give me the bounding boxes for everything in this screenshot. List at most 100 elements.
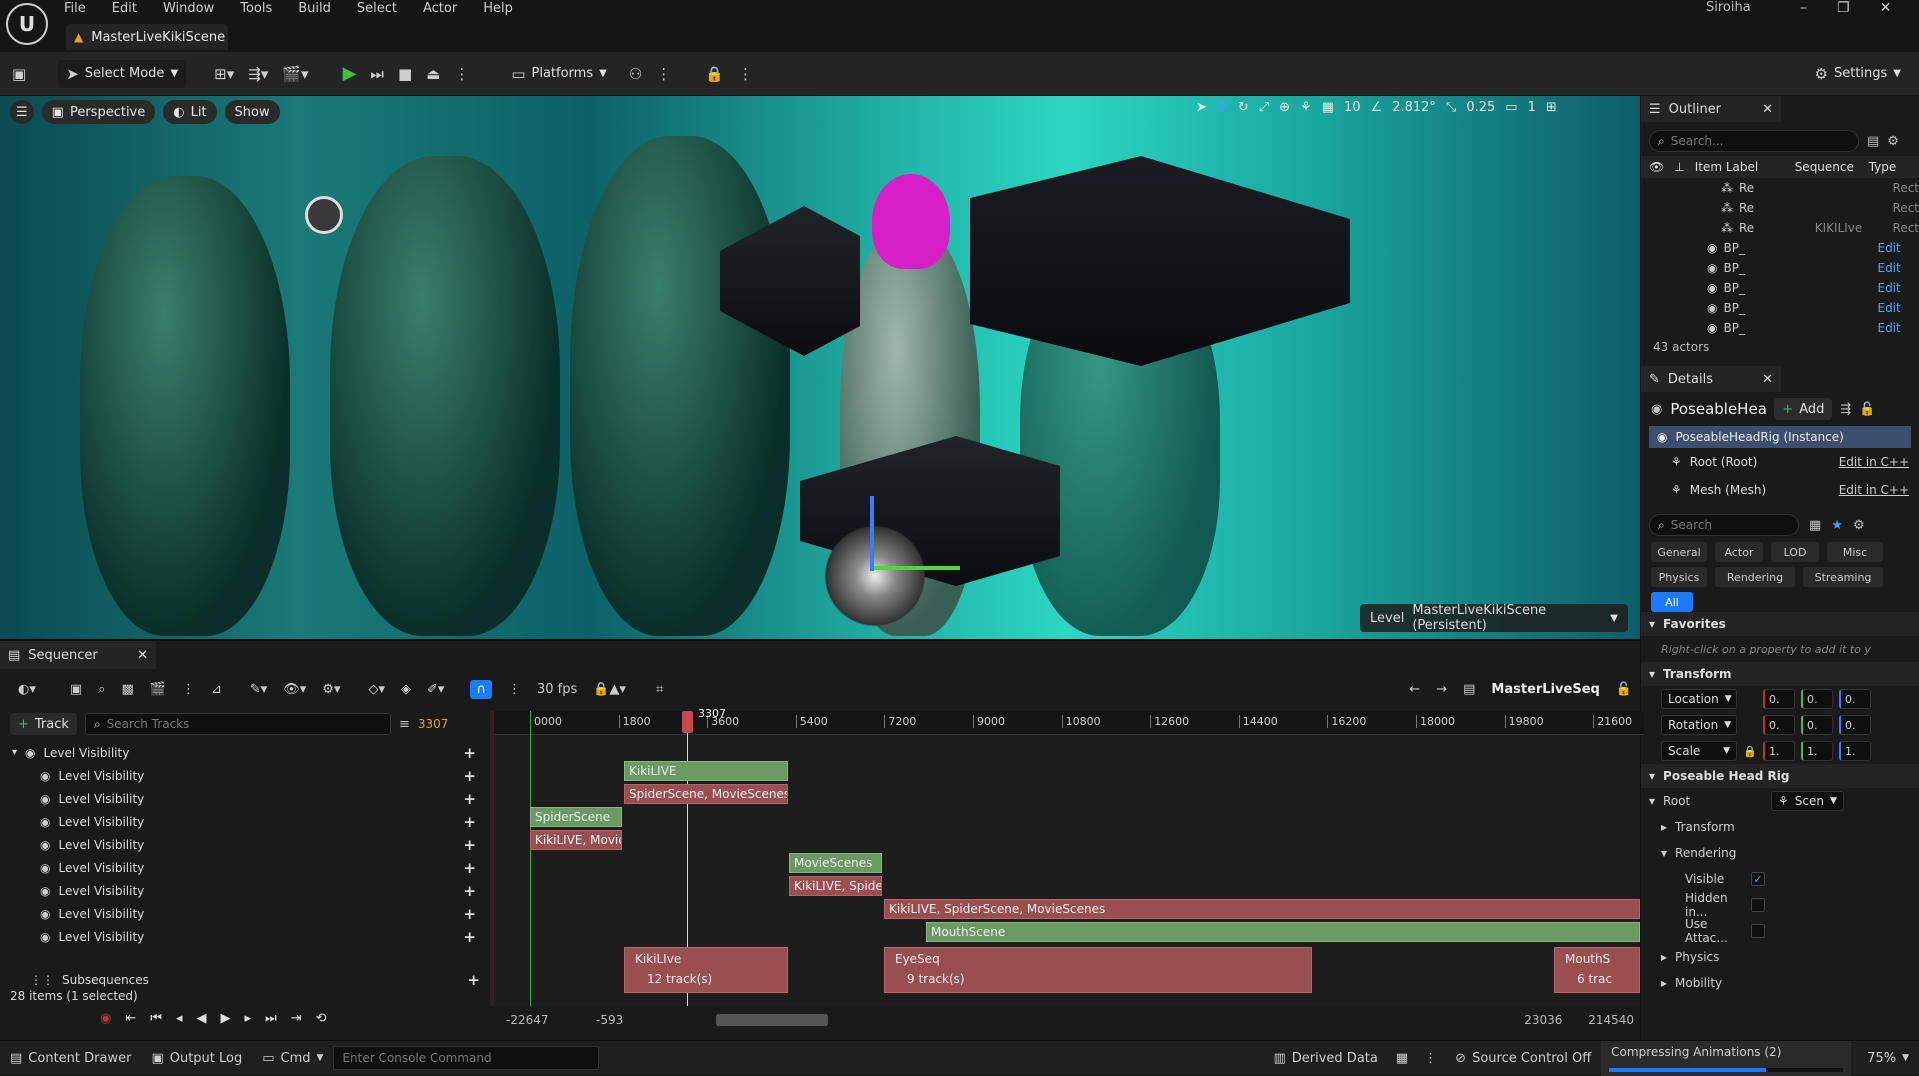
users-icon[interactable]: ⚇ bbox=[629, 65, 642, 83]
eye-icon[interactable]: ◉ bbox=[40, 930, 50, 944]
eye-icon[interactable]: ◉ bbox=[40, 792, 50, 806]
menu-tools[interactable]: Tools bbox=[240, 1, 272, 16]
outliner-row[interactable]: ◉ BP_ Edit bbox=[1707, 278, 1919, 298]
component-row[interactable]: ⚘ Mesh (Mesh) Edit in C++ bbox=[1641, 476, 1919, 504]
back-arrow-icon[interactable]: ← bbox=[1409, 682, 1420, 697]
gear-icon[interactable]: ⚙ bbox=[1887, 134, 1899, 149]
menu-actor[interactable]: Actor bbox=[423, 1, 457, 16]
level-visibility-track[interactable]: ◉ Level Visibility + bbox=[0, 856, 488, 879]
details-object-name[interactable]: PoseableHeac bbox=[1670, 400, 1766, 418]
lock-icon[interactable]: 🔒 bbox=[1743, 745, 1757, 758]
world-space-icon[interactable]: ⊕ bbox=[1279, 100, 1290, 115]
playback-in[interactable]: -593 bbox=[596, 1013, 686, 1027]
lock-icon[interactable]: 🔓 bbox=[1859, 402, 1875, 417]
star-icon[interactable]: ★ bbox=[1831, 518, 1843, 533]
close-icon[interactable]: ✕ bbox=[1762, 102, 1773, 117]
angle-snap-icon[interactable]: ∠ bbox=[1371, 100, 1383, 115]
angle-snap-value[interactable]: 2.812° bbox=[1392, 100, 1436, 115]
outliner-row[interactable]: ◉ BP_ Edit bbox=[1707, 318, 1919, 338]
add-component-button[interactable]: + Add bbox=[1774, 398, 1833, 420]
eye-icon[interactable]: ◉ bbox=[40, 861, 50, 875]
folder-icon[interactable]: ▤ bbox=[1867, 134, 1879, 149]
close-icon[interactable]: ✕ bbox=[137, 648, 148, 663]
forward-arrow-icon[interactable]: → bbox=[1436, 682, 1447, 697]
jump-end-icon[interactable]: ⇥ bbox=[291, 1011, 302, 1026]
light-bulb-icon[interactable] bbox=[872, 174, 950, 269]
find-asset-icon[interactable]: ⌕ bbox=[98, 682, 105, 697]
unreal-logo[interactable]: U bbox=[6, 3, 48, 45]
outliner-row-type[interactable]: Edit bbox=[1877, 301, 1900, 315]
category-actor[interactable]: Actor bbox=[1715, 542, 1763, 562]
view-end[interactable]: 214540 bbox=[1588, 1013, 1634, 1027]
lock-icon[interactable]: 🔓 bbox=[1616, 682, 1632, 697]
eye-icon[interactable]: ◉ bbox=[40, 838, 50, 852]
vector-y-field[interactable]: 1. bbox=[1801, 741, 1833, 761]
loop-icon[interactable]: ⟲ bbox=[316, 1011, 327, 1026]
category-streaming[interactable]: Streaming bbox=[1803, 567, 1883, 587]
category-lod[interactable]: LOD bbox=[1771, 542, 1819, 562]
fps-label[interactable]: 30 fps bbox=[537, 682, 577, 697]
clip-spiderscene[interactable]: SpiderScene bbox=[530, 807, 622, 827]
outliner-row[interactable]: ◉ BP_ Edit bbox=[1707, 298, 1919, 318]
eye-icon[interactable]: ◉ bbox=[40, 884, 50, 898]
vector-z-field[interactable]: 0. bbox=[1839, 715, 1871, 735]
maximize-button[interactable]: ❐ bbox=[1837, 0, 1850, 16]
menu-file[interactable]: File bbox=[64, 1, 86, 16]
eye-icon[interactable]: ◉ bbox=[40, 907, 50, 921]
clip-spiderscene-moviescenes[interactable]: SpiderScene, MovieScenes, bbox=[624, 784, 788, 804]
add-key-button[interactable]: + bbox=[463, 836, 476, 854]
cinematics-icon[interactable]: 🎬▾ bbox=[282, 65, 308, 83]
scale-tool-icon[interactable]: ⤢ bbox=[1259, 100, 1269, 115]
add-key-button[interactable]: + bbox=[463, 813, 476, 831]
level-visibility-track[interactable]: ◉ Level Visibility + bbox=[0, 833, 488, 856]
vector-z-field[interactable]: 0. bbox=[1839, 689, 1871, 709]
source-control-button[interactable]: ⊘ Source Control Off bbox=[1445, 1041, 1601, 1076]
add-key-button[interactable]: + bbox=[463, 859, 476, 877]
vector-y-field[interactable]: 0. bbox=[1801, 715, 1833, 735]
more-options-icon[interactable]: ⋮ bbox=[182, 682, 195, 697]
reverse-play-icon[interactable]: ◀ bbox=[196, 1011, 206, 1026]
world-icon[interactable]: ◐▾ bbox=[18, 682, 36, 697]
gear-icon[interactable]: ⚙ bbox=[1853, 518, 1865, 533]
subsequence-clip[interactable]: KikiLIve 12 track(s) bbox=[624, 947, 788, 993]
move-tool-icon[interactable]: ✥ bbox=[1217, 100, 1228, 115]
clip-kikilive-spider[interactable]: KikiLIVE, Spider bbox=[789, 876, 882, 896]
outliner-row-type[interactable]: Edit bbox=[1877, 321, 1900, 335]
transform-mode-dropdown[interactable]: Scale ▼ bbox=[1661, 741, 1737, 761]
edit-in-cpp-link[interactable]: Edit in C++ bbox=[1839, 483, 1909, 497]
tools-icon[interactable]: ✎▾ bbox=[250, 682, 267, 697]
edit-in-cpp-link[interactable]: Edit in C++ bbox=[1839, 455, 1909, 469]
pin-icon[interactable]: ⊥ bbox=[1674, 160, 1684, 174]
grid-snap-icon[interactable]: ▦ bbox=[1322, 100, 1334, 115]
timeline-area[interactable]: 0000 1800 3600 5400 7200 9000 10800 12600 14400 1… bbox=[490, 707, 1644, 1006]
view-icon[interactable]: 👁▾ bbox=[283, 682, 306, 697]
perspective-button[interactable]: ▣ Perspective bbox=[41, 100, 156, 124]
snap-icon[interactable]: ∩ bbox=[470, 679, 492, 699]
scale-snap-value[interactable]: 0.25 bbox=[1466, 100, 1495, 115]
visible-checkbox[interactable]: ✓ bbox=[1751, 872, 1765, 886]
level-indicator[interactable]: Level MasterLiveKikiScene (Persistent) ▼ bbox=[1360, 603, 1628, 633]
transform-mode-dropdown[interactable]: Location ▼ bbox=[1661, 689, 1737, 709]
category-all[interactable]: All bbox=[1651, 592, 1693, 612]
lock-icon[interactable]: 🔒▲▾ bbox=[593, 682, 626, 697]
play-icon[interactable]: ▶ bbox=[220, 1011, 230, 1026]
add-track-button[interactable]: + Track bbox=[10, 713, 77, 735]
vector-y-field[interactable]: 0. bbox=[1801, 689, 1833, 709]
cmd-dropdown[interactable]: ▭ Cmd ▼ bbox=[252, 1041, 333, 1076]
camera-speed-value[interactable]: 1 bbox=[1528, 100, 1536, 115]
visibility-icon[interactable]: 👁 bbox=[1649, 160, 1664, 174]
level-visibility-track[interactable]: ◉ Level Visibility + bbox=[0, 925, 488, 948]
chevron-down-icon[interactable]: ▾ bbox=[1649, 794, 1655, 808]
current-frame[interactable]: 3307 bbox=[418, 717, 449, 731]
select-mode-button[interactable]: ➤ Select Mode ▼ bbox=[58, 59, 187, 88]
next-frame-icon[interactable]: ▸ bbox=[244, 1011, 251, 1026]
level-visibility-track[interactable]: ▾ ◉ Level Visibility + bbox=[0, 741, 488, 764]
transform-section[interactable]: ▾ Transform bbox=[1641, 662, 1919, 686]
more-options-icon[interactable]: ⋮ bbox=[738, 65, 753, 83]
view-start[interactable]: -22647 bbox=[506, 1013, 596, 1027]
column-sequence[interactable]: Sequence bbox=[1795, 160, 1859, 174]
eye-icon[interactable]: ◉ bbox=[40, 815, 50, 829]
level-visibility-track[interactable]: ◉ Level Visibility + bbox=[0, 764, 488, 787]
category-general[interactable]: General bbox=[1651, 542, 1707, 562]
outliner-row-type[interactable]: Edit bbox=[1877, 281, 1900, 295]
